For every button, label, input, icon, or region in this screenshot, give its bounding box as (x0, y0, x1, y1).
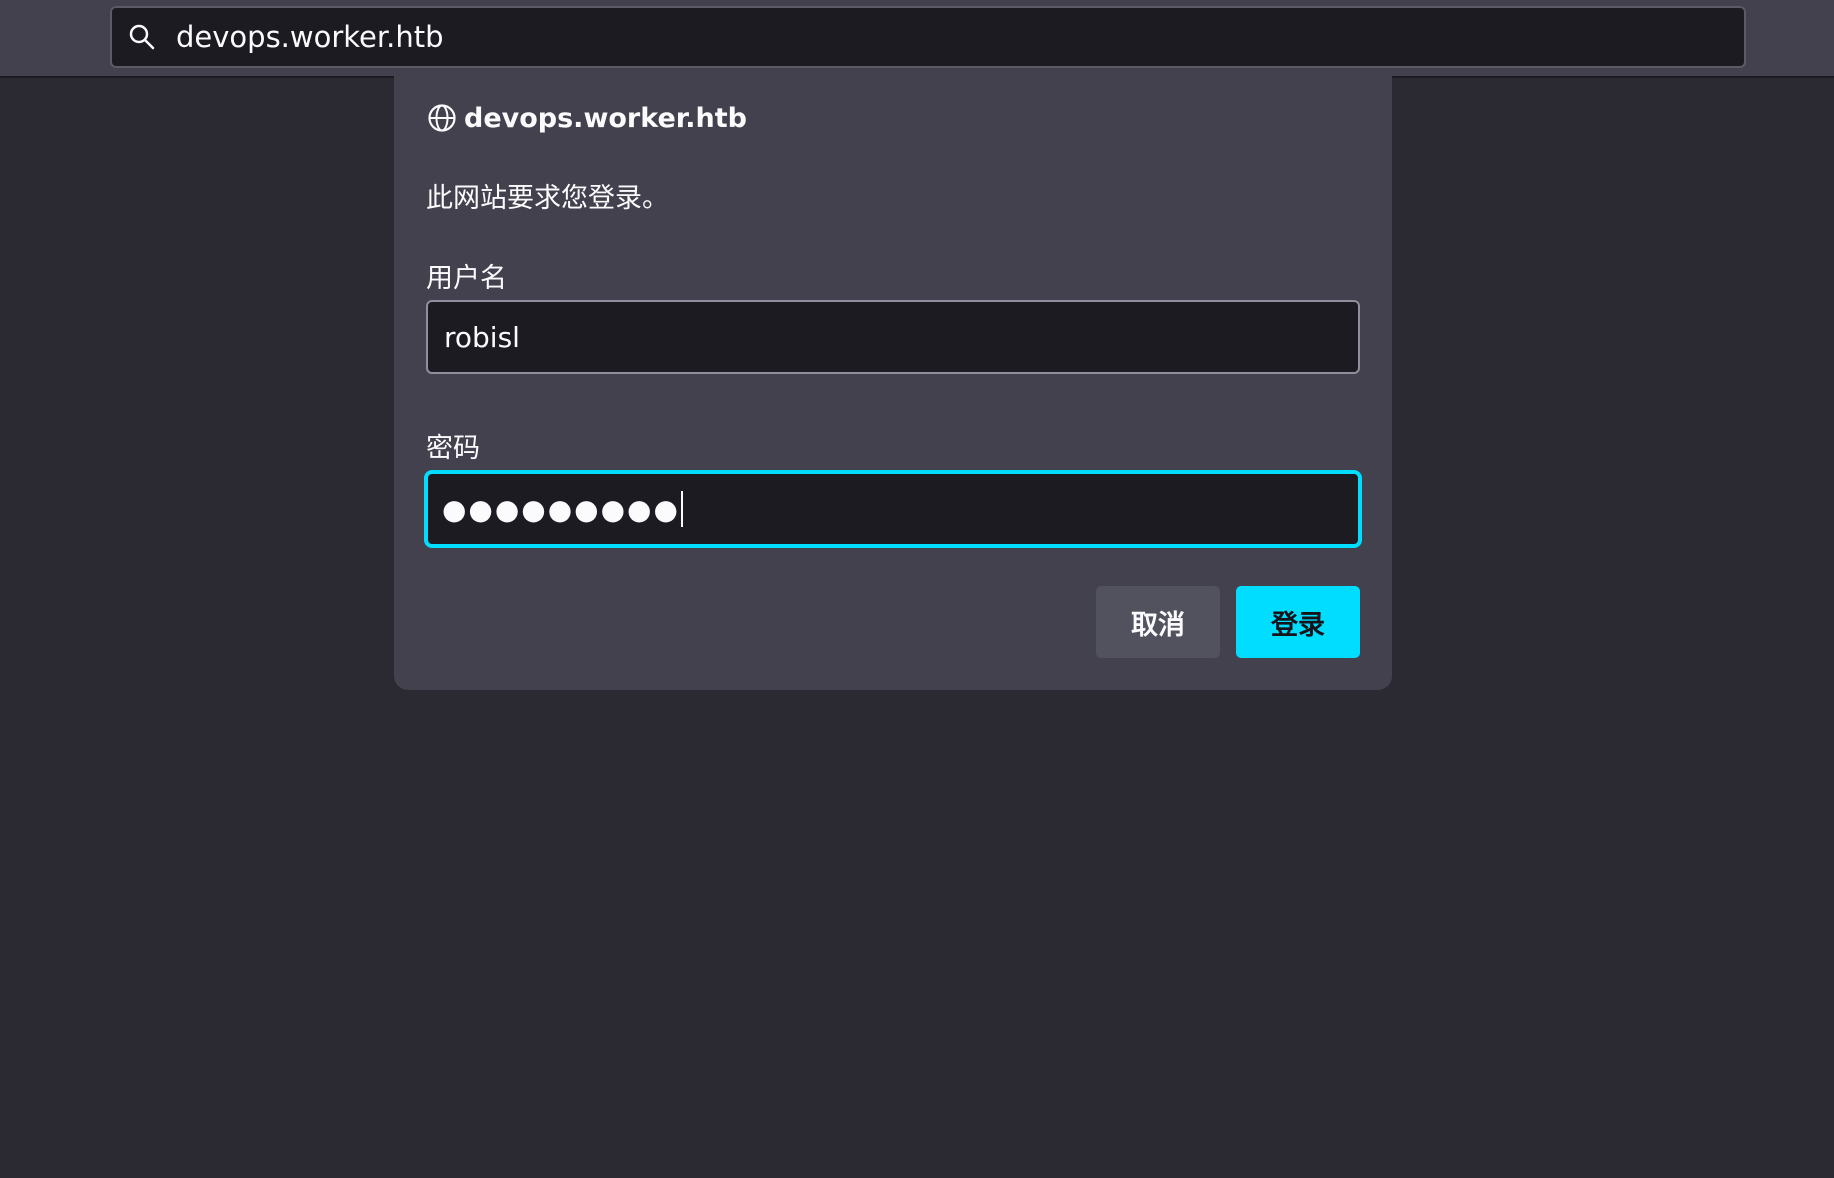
password-mask: ●●●●●●●●● (442, 492, 680, 526)
browser-toolbar: devops.worker.htb (0, 0, 1834, 78)
dialog-header: devops.worker.htb (426, 102, 747, 134)
username-value: robisl (444, 320, 520, 354)
address-bar[interactable]: devops.worker.htb (110, 6, 1746, 68)
username-field[interactable]: robisl (426, 300, 1360, 374)
auth-dialog: devops.worker.htb 此网站要求您登录。 用户名 robisl 密… (394, 76, 1392, 690)
password-field[interactable]: ●●●●●●●●● (424, 470, 1362, 548)
search-icon (126, 21, 158, 53)
globe-icon (426, 102, 458, 134)
cancel-button[interactable]: 取消 (1096, 586, 1220, 658)
dialog-host: devops.worker.htb (464, 102, 747, 134)
password-label: 密码 (426, 433, 480, 464)
url-text[interactable]: devops.worker.htb (176, 20, 444, 54)
text-caret (680, 491, 683, 527)
username-label: 用户名 (426, 263, 507, 294)
login-button[interactable]: 登录 (1236, 586, 1360, 658)
dialog-message: 此网站要求您登录。 (426, 183, 669, 214)
